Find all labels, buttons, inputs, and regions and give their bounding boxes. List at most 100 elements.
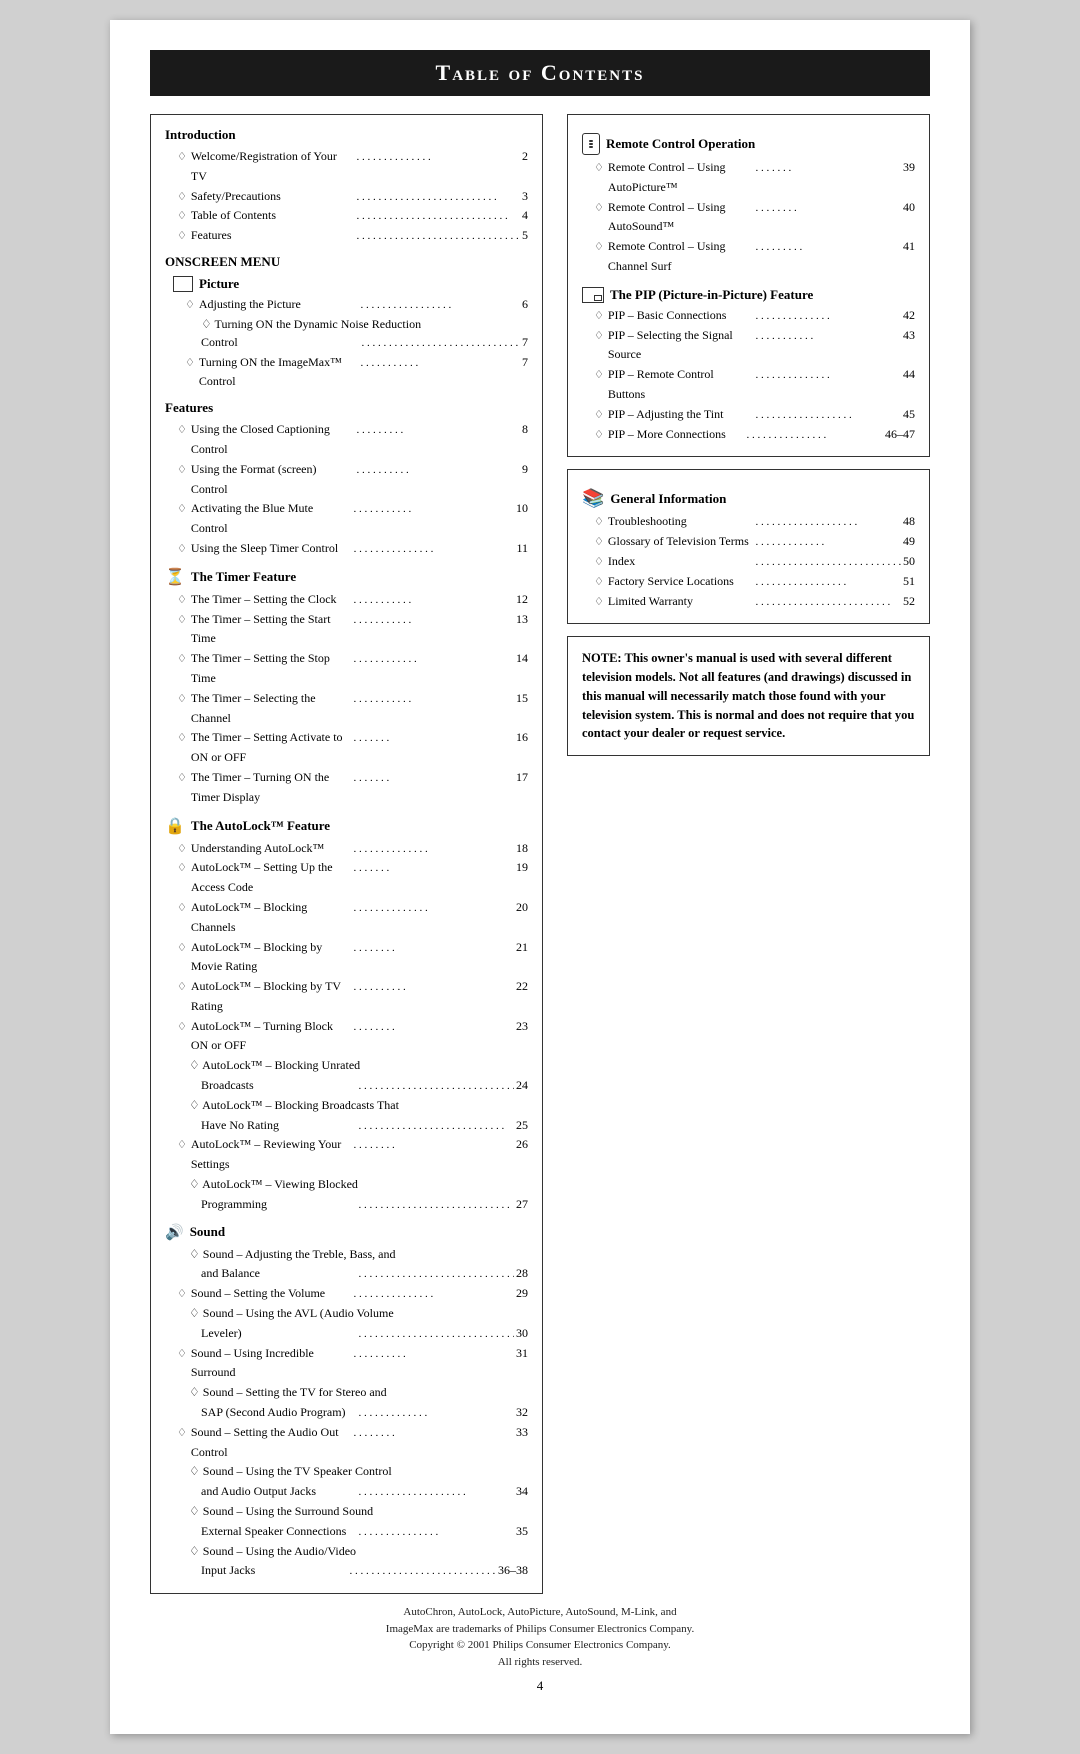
list-item: and Audio Output Jacks . . . . . . . . .…	[201, 1482, 528, 1502]
page-num: 8	[522, 420, 528, 440]
diamond-icon: ♢	[177, 188, 187, 206]
entry-label: AutoLock™ – Viewing Blocked	[202, 1177, 358, 1191]
list-item: ♢ AutoLock™ – Blocking Broadcasts That	[189, 1096, 528, 1116]
page-num: 32	[516, 1403, 528, 1423]
page-num: 24	[516, 1076, 528, 1096]
dot-leader: . . . . . . . . . . . . . . . . . . . .	[359, 1483, 515, 1501]
dot-leader: . . . . . . . . . . . . . . . . . . . . …	[350, 1562, 497, 1580]
page-num: 29	[516, 1284, 528, 1304]
list-item: ♢ Sound – Using the Surround Sound	[189, 1502, 528, 1522]
entry-label: Safety/Precautions	[191, 187, 355, 207]
features-entries: ♢ Using the Closed Captioning Control . …	[177, 420, 528, 559]
page-num: 7	[522, 333, 528, 353]
entry-label: Using the Closed Captioning Control	[191, 420, 355, 460]
diamond-icon: ♢	[177, 840, 187, 858]
list-item: ♢ Remote Control – Using AutoPicture™ . …	[594, 158, 915, 198]
entry-label: PIP – Remote Control Buttons	[608, 365, 754, 405]
page-num: 35	[516, 1522, 528, 1542]
note-bold-text: NOTE: This owner's manual is used with s…	[582, 651, 914, 740]
page-num: 40	[903, 198, 915, 218]
list-item: ♢ Safety/Precautions . . . . . . . . . .…	[177, 187, 528, 207]
autolock-header: 🔒 The AutoLock™ Feature	[165, 816, 528, 836]
dot-leader: . . . . . . . . . . . . . . . . . . . . …	[362, 334, 521, 352]
dot-leader: . . . . . . . . . . . . . . . . . . . . …	[356, 227, 520, 245]
dot-leader: . . . . . . . . . . . . . . . . . . . . …	[359, 1325, 515, 1343]
list-item: and Balance . . . . . . . . . . . . . . …	[201, 1264, 528, 1284]
list-item: ♢ PIP – Remote Control Buttons . . . . .…	[594, 365, 915, 405]
page-num: 42	[903, 306, 915, 326]
entry-label: Welcome/Registration of Your TV	[191, 147, 355, 187]
list-item: Have No Rating . . . . . . . . . . . . .…	[201, 1116, 528, 1136]
diamond-icon: ♢	[594, 593, 604, 611]
entry-label: Using the Sleep Timer Control	[191, 539, 352, 559]
page-num: 49	[903, 532, 915, 552]
intro-section: Introduction ♢ Welcome/Registration of Y…	[165, 127, 528, 246]
entry-label: Limited Warranty	[608, 592, 754, 612]
diamond-icon: ♢	[594, 159, 604, 177]
diamond-icon: ♢	[189, 1247, 200, 1261]
diamond-icon: ♢	[594, 426, 604, 444]
dot-leader: . . . . . . . .	[353, 1424, 514, 1442]
list-item: ♢ Understanding AutoLock™ . . . . . . . …	[177, 839, 528, 859]
picture-entries: ♢ Adjusting the Picture . . . . . . . . …	[185, 295, 528, 392]
dot-leader: . . . . . . . . . .	[353, 1345, 514, 1363]
dot-leader: . . . . . . . . . . .	[353, 591, 514, 609]
onscreen-title: ONSCREEN MENU	[165, 254, 528, 270]
list-item: ♢ PIP – Basic Connections . . . . . . . …	[594, 306, 915, 326]
list-item: ♢ Remote Control – Using AutoSound™ . . …	[594, 198, 915, 238]
diamond-icon: ♢	[177, 859, 187, 877]
dot-leader: . . . . . . . . . . . . . . . . . . . . …	[755, 553, 901, 571]
pip-section: The PIP (Picture-in-Picture) Feature ♢ P…	[582, 287, 915, 445]
dot-leader: . . . . . . . . . . . . . .	[356, 148, 520, 166]
diamond-icon: ♢	[177, 500, 187, 518]
sound-entries: ♢ Sound – Adjusting the Treble, Bass, an…	[177, 1245, 528, 1582]
lock-icon: 🔒	[165, 816, 185, 836]
entry-label: AutoLock™ – Blocking Broadcasts That	[202, 1098, 399, 1112]
list-item: ♢ Adjusting the Picture . . . . . . . . …	[185, 295, 528, 315]
diamond-icon: ♢	[189, 1098, 200, 1112]
entry-label: Programming	[201, 1195, 357, 1215]
entry-label: Have No Rating	[201, 1116, 357, 1136]
page-num: 19	[516, 858, 528, 878]
page-num: 30	[516, 1324, 528, 1344]
list-item: ♢ Index . . . . . . . . . . . . . . . . …	[594, 552, 915, 572]
page-num: 18	[516, 839, 528, 859]
list-item: ♢ The Timer – Setting Activate to ON or …	[177, 728, 528, 768]
page-num: 51	[903, 572, 915, 592]
page-num: 26	[516, 1135, 528, 1155]
list-item: ♢ AutoLock™ – Viewing Blocked	[189, 1175, 528, 1195]
page-num: 45	[903, 405, 915, 425]
dot-leader: . . . . . . . . . . . . . . .	[354, 540, 515, 558]
note-text: NOTE: This owner's manual is used with s…	[582, 649, 915, 743]
diamond-icon: ♢	[185, 296, 195, 314]
general-entries: ♢ Troubleshooting . . . . . . . . . . . …	[594, 512, 915, 611]
list-item: ♢ The Timer – Setting the Start Time . .…	[177, 610, 528, 650]
entry-label: Remote Control – Using AutoPicture™	[608, 158, 754, 198]
diamond-icon: ♢	[189, 1544, 200, 1558]
diamond-icon: ♢	[177, 650, 187, 668]
list-item: ♢ Sound – Setting the TV for Stereo and	[189, 1383, 528, 1403]
page-num: 43	[903, 326, 915, 346]
dot-leader: . . . . . . . .	[353, 1018, 514, 1036]
diamond-icon: ♢	[594, 406, 604, 424]
page-num: 3	[522, 187, 528, 207]
list-item: ♢ Using the Closed Captioning Control . …	[177, 420, 528, 460]
page-num: 34	[516, 1482, 528, 1502]
general-header: 📚 General Information	[582, 488, 915, 509]
entry-label: AutoLock™ – Turning Block ON or OFF	[191, 1017, 352, 1057]
remote-entries: ♢ Remote Control – Using AutoPicture™ . …	[594, 158, 915, 277]
entry-label: Sound – Setting the TV for Stereo and	[203, 1385, 387, 1399]
entry-label: SAP (Second Audio Program)	[201, 1403, 357, 1423]
diamond-icon: ♢	[189, 1464, 200, 1478]
dot-leader: . . . . . . . . . . .	[353, 500, 514, 518]
diamond-icon: ♢	[189, 1177, 200, 1191]
dot-leader: . . . . . . . . . . . . . . . . . . . . …	[356, 188, 520, 206]
general-title: General Information	[610, 491, 726, 507]
diamond-icon: ♢	[177, 207, 187, 225]
page-num: 23	[516, 1017, 528, 1037]
dot-leader: . . . . . . .	[353, 859, 514, 877]
entry-label: Features	[191, 226, 355, 246]
page-num: 10	[516, 499, 528, 519]
list-item: ♢ Glossary of Television Terms . . . . .…	[594, 532, 915, 552]
page-num: 14	[516, 649, 528, 669]
